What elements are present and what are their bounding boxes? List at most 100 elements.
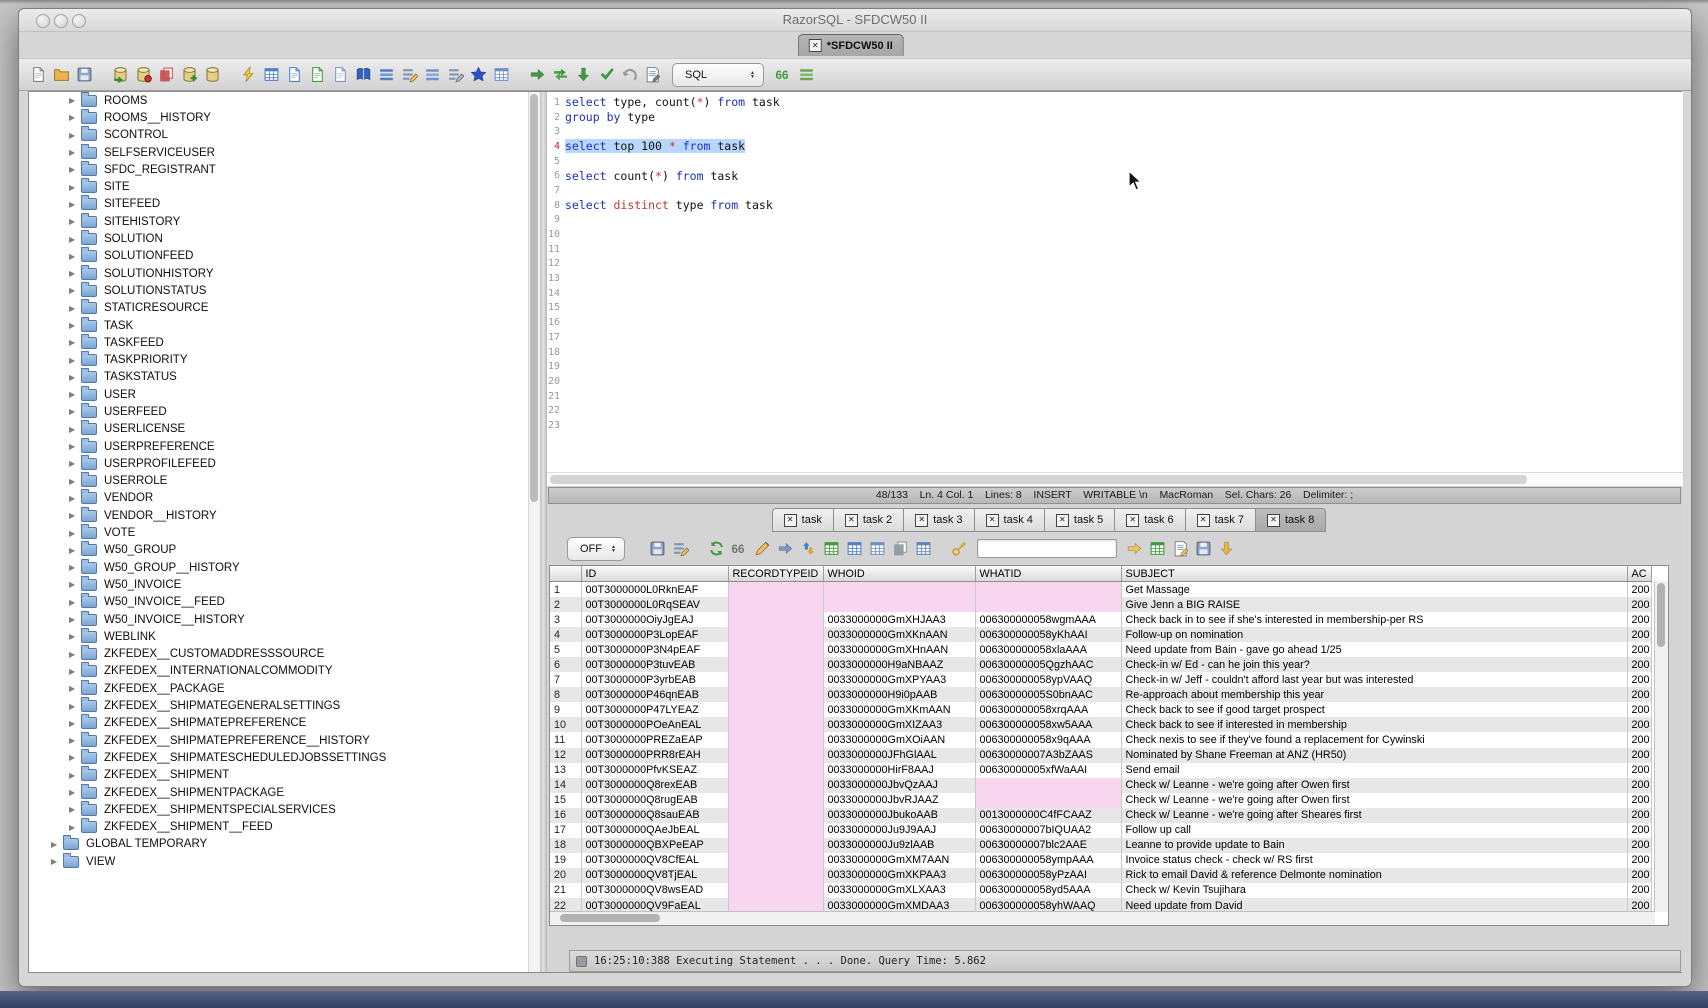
table-cell[interactable]: 00T3000000PRR8rEAH (581, 748, 728, 763)
table-cell[interactable]: 17 (550, 823, 581, 838)
editor-line[interactable]: 6select count(*) from task (547, 168, 1683, 183)
column-header[interactable]: WHATID (975, 566, 1121, 582)
expand-arrow-icon[interactable]: ▶ (69, 269, 81, 278)
table-cell[interactable]: 00T3000000QV8CfEAL (581, 853, 728, 868)
expand-arrow-icon[interactable]: ▶ (69, 183, 81, 192)
result-tab-task-6[interactable]: ✕task 6 (1115, 508, 1185, 532)
tree-item[interactable]: ▶TASKPRIORITY (29, 351, 540, 368)
tree-item[interactable]: ▶USERLICENSE (29, 421, 540, 438)
expand-arrow-icon[interactable]: ▶ (69, 684, 81, 693)
table-cell[interactable]: 20 (550, 868, 581, 883)
table-row[interactable]: 1200T3000000PRR8rEAH0033000000JFhGlAAL00… (550, 748, 1651, 763)
table-row[interactable]: 1700T3000000QAeJbEAL0033000000Ju9J9AAJ00… (550, 823, 1651, 838)
table-cell[interactable]: 200 (1627, 748, 1651, 763)
table-cell[interactable]: 00T3000000P3N4pEAF (581, 642, 728, 657)
tree-item[interactable]: ▶ZKFEDEX__SHIPMATESCHEDULEDJOBSSETTINGS (29, 749, 540, 766)
expand-arrow-icon[interactable]: ▶ (69, 131, 81, 140)
expand-arrow-icon[interactable]: ▶ (69, 235, 81, 244)
editor-line[interactable]: 23 (547, 418, 1683, 433)
table-cell[interactable] (975, 582, 1121, 598)
table-cell[interactable]: 0033000000GmXHJAA3 (823, 612, 975, 627)
table-cell[interactable]: 00T3000000P47LYEAZ (581, 702, 728, 717)
column-header[interactable]: WHOID (823, 566, 975, 582)
tree-item[interactable]: ▶USERFEED (29, 403, 540, 420)
table-cell[interactable] (728, 883, 823, 898)
table-cell[interactable]: 0033000000GmXHnAAN (823, 642, 975, 657)
table-row[interactable]: 1800T3000000QBXPeEAP0033000000Ju9zlAAB00… (550, 838, 1651, 853)
table-cell[interactable]: 0033000000GmXM7AAN (823, 853, 975, 868)
table-cell[interactable]: 0013000000C4fFCAAZ (975, 808, 1121, 823)
insert-row-icon[interactable] (775, 538, 796, 559)
table-cell[interactable]: 0033000000GmXIZAA3 (823, 717, 975, 732)
tree-item[interactable]: ▶ZKFEDEX__SHIPMATEPREFERENCE__HISTORY (29, 732, 540, 749)
table-cell[interactable]: 00T3000000QV8TjEAL (581, 868, 728, 883)
expand-arrow-icon[interactable]: ▶ (69, 702, 81, 711)
expand-arrow-icon[interactable]: ▶ (69, 356, 81, 365)
editor-line[interactable]: 7 (547, 183, 1683, 198)
results-hscrollbar-thumb[interactable] (560, 914, 660, 922)
close-result-tab-icon[interactable]: ✕ (1197, 514, 1210, 527)
table-cell[interactable]: 006300000058ympAAA (975, 853, 1121, 868)
close-result-tab-icon[interactable]: ✕ (784, 514, 797, 527)
table-cell[interactable]: Invoice status check - check w/ RS first (1121, 853, 1627, 868)
expand-arrow-icon[interactable]: ▶ (69, 753, 81, 762)
table-cell[interactable]: 0033000000JbukoAAB (823, 808, 975, 823)
tree-item[interactable]: ▶ZKFEDEX__PACKAGE (29, 680, 540, 697)
tree-item[interactable]: ▶W50_INVOICE (29, 576, 540, 593)
table-cell[interactable]: 9 (550, 702, 581, 717)
table-cell[interactable] (728, 763, 823, 778)
table-cell[interactable]: 00T3000000L0RknEAF (581, 582, 728, 598)
tree-item[interactable]: ▶USERPREFERENCE (29, 438, 540, 455)
table-row[interactable]: 1300T3000000PfvKSEAZ0033000000HirF8AAJ00… (550, 763, 1651, 778)
expand-arrow-icon[interactable]: ▶ (69, 615, 81, 624)
table-cell[interactable]: 7 (550, 672, 581, 687)
editor-line[interactable]: 9 (547, 213, 1683, 228)
table-cell[interactable]: 0033000000GmXKnAAN (823, 627, 975, 642)
table-cell[interactable] (728, 778, 823, 793)
create-table-icon[interactable] (179, 64, 200, 85)
tree-item[interactable]: ▶ZKFEDEX__SHIPMATEPREFERENCE (29, 715, 540, 732)
editor-line[interactable]: 3 (547, 124, 1683, 139)
expand-arrow-icon[interactable]: ▶ (69, 113, 81, 122)
table-cell[interactable]: 8 (550, 687, 581, 702)
table-cell[interactable]: Nominated by Shane Freeman at ANZ (HR50) (1121, 748, 1627, 763)
table-row[interactable]: 800T3000000P46qnEAB0033000000H9i0pAAB006… (550, 687, 1651, 702)
expand-arrow-icon[interactable]: ▶ (69, 442, 81, 451)
table-cell[interactable]: Check back to see if good target prospec… (1121, 702, 1627, 717)
results-search-input[interactable] (977, 539, 1117, 558)
table-cell[interactable]: 0033000000GmXPYAA3 (823, 672, 975, 687)
tree-item[interactable]: ▶W50_INVOICE__HISTORY (29, 611, 540, 628)
tree-item[interactable]: ▶SELFSERVICEUSER (29, 144, 540, 161)
table-cell[interactable]: 00T3000000P3LopEAF (581, 627, 728, 642)
tree-item[interactable]: ▶W50_INVOICE__FEED (29, 594, 540, 611)
import-data-icon[interactable] (307, 64, 328, 85)
tree-item[interactable]: ▶SITEFEED (29, 196, 540, 213)
results-format-icon[interactable] (796, 64, 817, 85)
table-cell[interactable]: Check back to see if interested in membe… (1121, 717, 1627, 732)
tree-item[interactable]: ▶TASK (29, 317, 540, 334)
table-cell[interactable]: 006300000058yKhAAI (975, 627, 1121, 642)
table-cell[interactable]: 0033000000Ju9J9AAJ (823, 823, 975, 838)
result-tab-task-5[interactable]: ✕task 5 (1045, 508, 1115, 532)
expand-arrow-icon[interactable]: ▶ (69, 286, 81, 295)
expand-arrow-icon[interactable]: ▶ (69, 425, 81, 434)
table-cell[interactable] (728, 612, 823, 627)
save-results-icon[interactable] (647, 538, 668, 559)
expand-arrow-icon[interactable]: ▶ (69, 148, 81, 157)
tree-item[interactable]: ▶USER (29, 386, 540, 403)
table-cell[interactable] (728, 687, 823, 702)
table-cell[interactable]: 12 (550, 748, 581, 763)
column-header[interactable]: AC (1627, 566, 1651, 582)
connect-icon[interactable] (110, 64, 131, 85)
table-cell[interactable]: 0033000000Ju9zlAAB (823, 838, 975, 853)
export-table-icon[interactable] (1147, 538, 1168, 559)
table-cell[interactable]: 21 (550, 883, 581, 898)
table-cell[interactable]: 200 (1627, 883, 1651, 898)
table-row[interactable]: 1600T3000000Q8sauEAB0033000000JbukoAAB00… (550, 808, 1651, 823)
table-cell[interactable] (975, 597, 1121, 612)
tree-item[interactable]: ▶ZKFEDEX__SHIPMENT (29, 767, 540, 784)
tree-item[interactable]: ▶ROOMS__HISTORY (29, 109, 540, 126)
tree-item[interactable]: ▶ZKFEDEX__INTERNATIONALCOMMODITY (29, 663, 540, 680)
execute-statement-icon[interactable] (527, 64, 548, 85)
tree-item[interactable]: ▶STATICRESOURCE (29, 300, 540, 317)
